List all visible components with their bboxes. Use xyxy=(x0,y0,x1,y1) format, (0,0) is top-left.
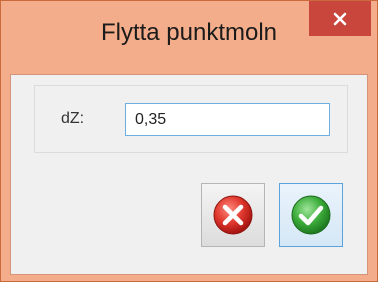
dialog-body: dZ: xyxy=(10,74,368,275)
dialog-window: Flytta punktmoln dZ: xyxy=(0,0,378,282)
ok-check-icon xyxy=(291,195,331,235)
dz-label: dZ: xyxy=(61,110,85,127)
close-button[interactable] xyxy=(309,1,371,36)
cancel-x-icon xyxy=(213,195,253,235)
close-icon xyxy=(333,12,347,25)
title-bar[interactable]: Flytta punktmoln xyxy=(1,1,377,74)
dz-input[interactable] xyxy=(125,103,330,136)
cancel-button[interactable] xyxy=(201,183,265,247)
ok-button[interactable] xyxy=(279,183,343,247)
input-group: dZ: xyxy=(34,85,348,153)
